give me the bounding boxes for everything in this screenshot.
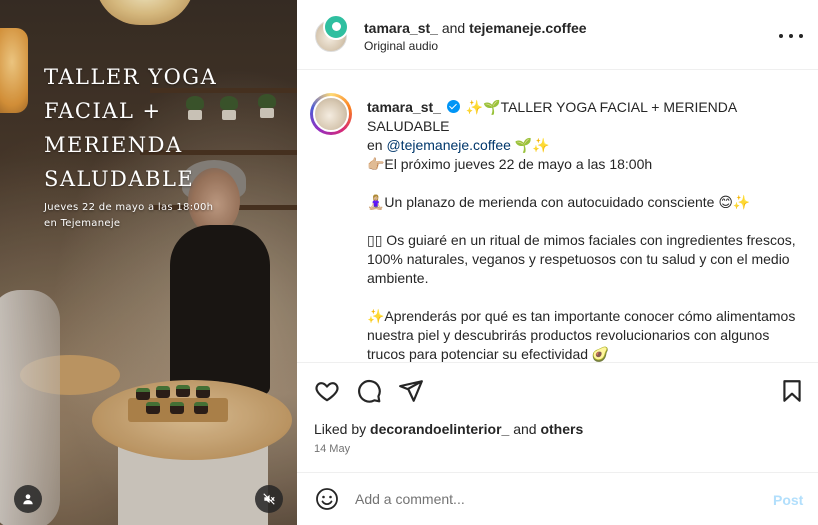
overlay-subtitle-line1: Jueves 22 de mayo a las 18:00h bbox=[44, 202, 214, 213]
heart-icon bbox=[315, 382, 339, 402]
post-authors: tamara_st_ and tejemaneje.coffee bbox=[364, 19, 587, 37]
caption-author-avatar[interactable] bbox=[313, 96, 349, 132]
caption-paragraph-2: 🧘🏼‍♀️Un planazo de merienda con autocuid… bbox=[367, 194, 751, 210]
comment-input[interactable] bbox=[355, 485, 755, 513]
send-icon bbox=[399, 380, 423, 402]
liked-by: Liked by decorandoelinterior_ and others bbox=[314, 421, 583, 437]
person-icon bbox=[23, 494, 33, 505]
liked-by-prefix: Liked by bbox=[314, 421, 367, 437]
caption-text: tamara_st_ ✨🌱TALLER YOGA FACIAL + MERIEN… bbox=[367, 98, 807, 362]
comment-bar: Post bbox=[297, 472, 818, 525]
dot bbox=[789, 34, 793, 38]
dot bbox=[779, 34, 783, 38]
caption-en: en bbox=[367, 137, 383, 153]
post-details-panel: tamara_st_ and tejemaneje.coffee Origina… bbox=[297, 0, 818, 525]
overlay-subtitle-line2: en Tejemaneje bbox=[44, 218, 121, 229]
comment-icon bbox=[358, 379, 381, 403]
like-button[interactable] bbox=[314, 378, 340, 404]
audio-link[interactable]: Original audio bbox=[364, 39, 438, 53]
liked-by-others-link[interactable]: others bbox=[540, 421, 583, 437]
dot bbox=[799, 34, 803, 38]
collaborator-username-link[interactable]: tejemaneje.coffee bbox=[469, 20, 587, 36]
authors-and: and bbox=[441, 20, 466, 36]
save-button[interactable] bbox=[779, 378, 805, 404]
video-overlay-title: TALLER YOGA FACIAL + MERIENDA SALUDABLE bbox=[44, 65, 218, 191]
tagged-users-button[interactable] bbox=[14, 485, 42, 513]
emoji-smile-icon bbox=[316, 488, 338, 510]
liked-by-and: and bbox=[513, 421, 537, 437]
speaker-muted-icon bbox=[263, 493, 275, 505]
bookmark-icon bbox=[783, 380, 801, 402]
post-media-video[interactable]: TALLER YOGA FACIAL + MERIENDA SALUDABLE … bbox=[0, 0, 297, 525]
share-button[interactable] bbox=[398, 378, 424, 404]
comment-button[interactable] bbox=[356, 378, 382, 404]
author-username-link[interactable]: tamara_st_ bbox=[364, 20, 438, 36]
caption-paragraph-4: ✨Aprenderás por qué es tan importante co… bbox=[367, 308, 796, 362]
post-actions bbox=[297, 364, 818, 416]
caption-username-link[interactable]: tamara_st_ bbox=[367, 99, 441, 115]
caption-paragraph-3: ▯▯ Os guiaré en un ritual de mimos facia… bbox=[367, 232, 796, 286]
post-comment-button[interactable]: Post bbox=[773, 492, 803, 508]
mention-link[interactable]: @tejemaneje.coffee bbox=[386, 137, 510, 153]
collaborator-avatar[interactable] bbox=[323, 14, 349, 40]
video-overlay-subtitle: Jueves 22 de mayo a las 18:00h en Tejema… bbox=[44, 200, 264, 232]
more-options-icon[interactable] bbox=[779, 26, 803, 46]
caption-paragraph-1: 👉🏼El próximo jueves 22 de mayo a las 18:… bbox=[367, 156, 653, 172]
emoji-picker-button[interactable] bbox=[315, 487, 339, 511]
caption-line1-tail: 🌱✨ bbox=[514, 137, 550, 153]
liked-by-user-link[interactable]: decorandoelinterior_ bbox=[370, 421, 509, 437]
mute-button[interactable] bbox=[255, 485, 283, 513]
post-caption: tamara_st_ ✨🌱TALLER YOGA FACIAL + MERIEN… bbox=[297, 71, 818, 363]
post-date[interactable]: 14 May bbox=[314, 443, 350, 455]
post-header: tamara_st_ and tejemaneje.coffee Origina… bbox=[297, 0, 818, 70]
verified-badge-icon bbox=[446, 100, 460, 113]
